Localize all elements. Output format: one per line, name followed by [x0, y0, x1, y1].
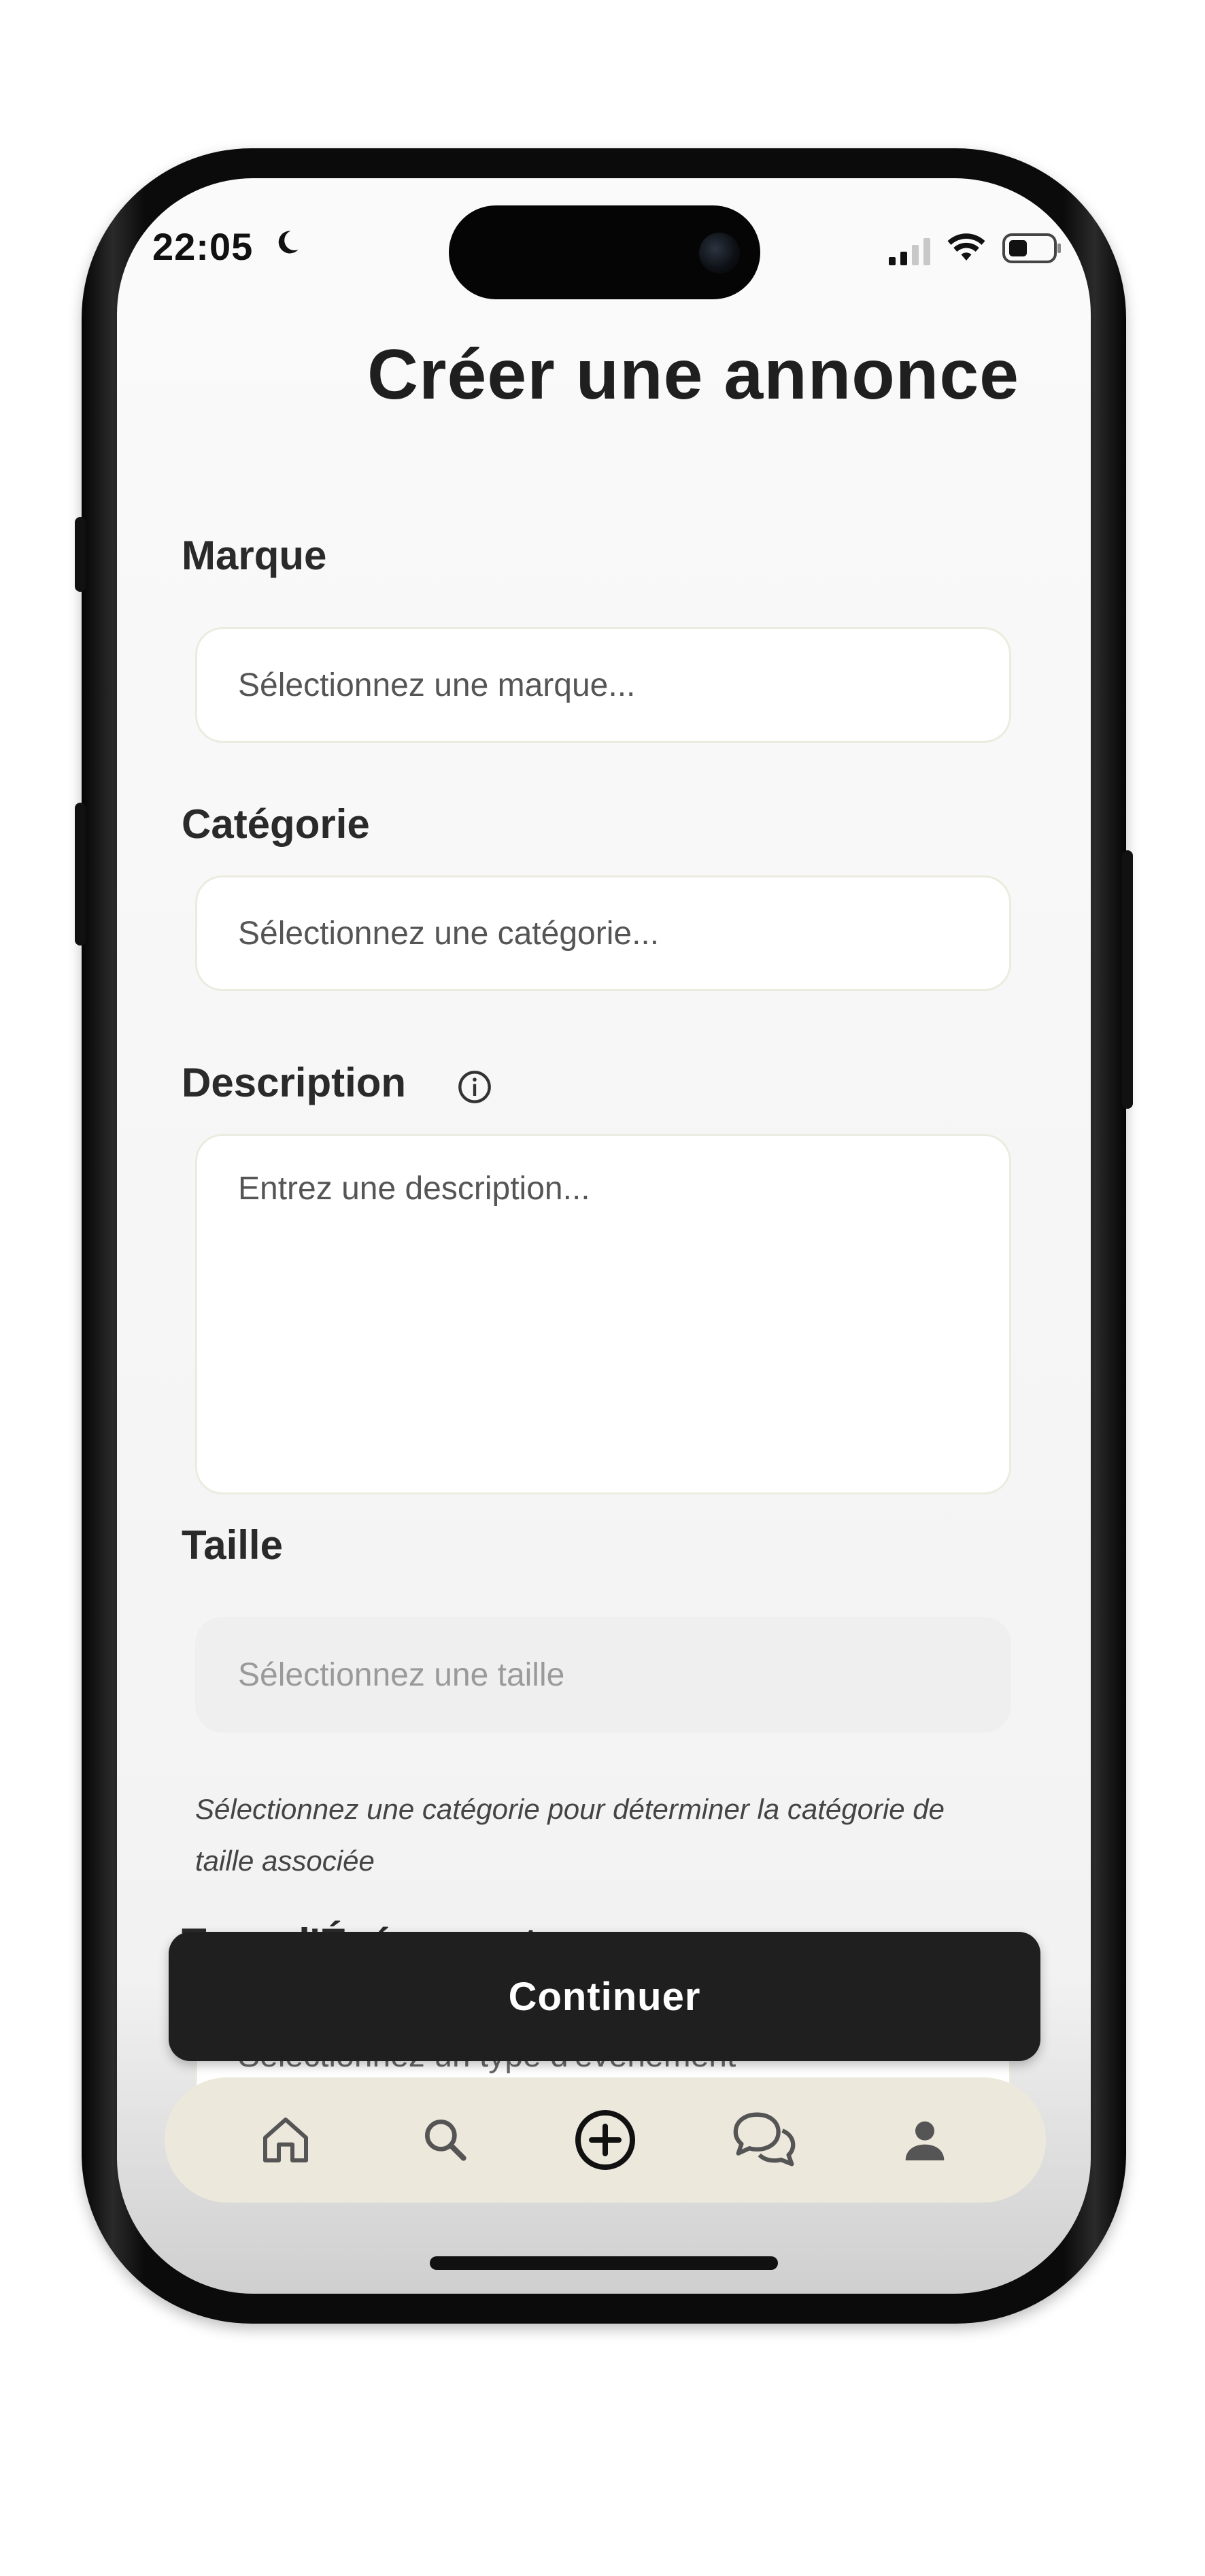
size-placeholder: Sélectionnez une taille: [238, 1656, 565, 1693]
tab-home[interactable]: [245, 2099, 326, 2181]
tab-messages[interactable]: [724, 2099, 806, 2181]
wifi-icon: [947, 233, 985, 261]
home-indicator[interactable]: [430, 2256, 778, 2270]
description-textarea[interactable]: Entrez une description...: [195, 1134, 1011, 1494]
stage: 22:05 Créer une annonce Marque Sélection…: [0, 0, 1205, 2576]
phone-screen: 22:05 Créer une annonce Marque Sélection…: [117, 178, 1091, 2294]
info-icon[interactable]: [457, 1069, 492, 1105]
continue-button[interactable]: Continuer: [169, 1932, 1040, 2061]
tab-search[interactable]: [405, 2099, 486, 2181]
bottom-tab-bar: [165, 2077, 1046, 2203]
search-icon: [424, 2120, 466, 2161]
phone-side-button-left-1: [75, 517, 86, 592]
category-select[interactable]: Sélectionnez une catégorie...: [195, 875, 1011, 991]
phone-side-button-right: [1122, 850, 1133, 1109]
moon-icon: [278, 231, 299, 254]
phone-side-button-left-2: [75, 803, 86, 946]
battery-icon: [1002, 233, 1061, 263]
add-circle-icon: [575, 2110, 635, 2170]
description-placeholder: Entrez une description...: [238, 1171, 590, 1207]
status-time: 22:05: [152, 225, 254, 268]
size-select[interactable]: Sélectionnez une taille: [195, 1617, 1011, 1733]
description-label: Description: [182, 1060, 407, 1105]
category-label: Catégorie: [182, 801, 370, 847]
size-label: Taille: [182, 1522, 283, 1568]
category-placeholder: Sélectionnez une catégorie...: [238, 915, 660, 952]
page-title: Créer une annonce: [367, 335, 1019, 414]
dynamic-island: [449, 205, 760, 299]
tab-profile[interactable]: [884, 2099, 966, 2181]
signal-icon: [889, 238, 930, 265]
brand-select[interactable]: Sélectionnez une marque...: [195, 627, 1011, 743]
home-icon: [262, 2118, 308, 2162]
profile-icon: [906, 2121, 945, 2160]
brand-label: Marque: [182, 533, 327, 578]
brand-placeholder: Sélectionnez une marque...: [238, 667, 636, 703]
chat-icon: [733, 2112, 796, 2167]
camera-icon: [699, 233, 740, 273]
size-hint: Sélectionnez une catégorie pour détermin…: [195, 1793, 945, 1877]
tab-create[interactable]: [564, 2099, 646, 2181]
